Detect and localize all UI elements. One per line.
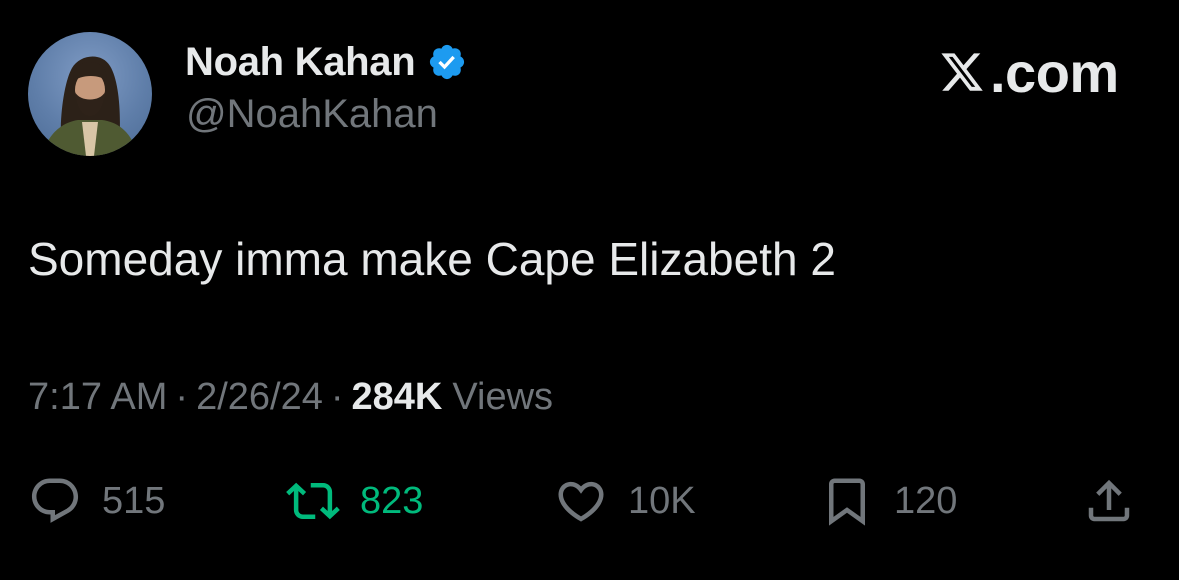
heart-icon	[558, 481, 604, 522]
views-label[interactable]: Views	[452, 376, 553, 419]
bookmark-icon	[829, 478, 865, 526]
x-logo-icon	[941, 53, 983, 91]
tweet-meta: 7:17 AM · 2/26/24 · 284K Views	[28, 376, 553, 419]
verified-badge-icon	[430, 44, 465, 80]
author-handle[interactable]: @NoahKahan	[186, 92, 438, 137]
meta-separator: ·	[175, 376, 189, 418]
reply-button[interactable]: 515	[28, 470, 165, 532]
meta-separator: ·	[330, 376, 344, 418]
author-name-row: Noah Kahan	[185, 36, 467, 88]
repost-button[interactable]: 823	[286, 470, 423, 532]
bookmark-button[interactable]: 120	[820, 470, 957, 532]
avatar[interactable]	[28, 32, 152, 156]
repost-count: 823	[360, 479, 424, 522]
brand-domain: .com	[990, 40, 1119, 104]
share-icon	[1088, 479, 1130, 522]
avatar-image	[42, 56, 138, 156]
share-button[interactable]	[1082, 470, 1136, 532]
reply-count: 515	[102, 479, 166, 522]
like-count: 10K	[628, 479, 696, 522]
action-bar: 515 823 10K 120	[0, 470, 1179, 532]
tweet-date[interactable]: 2/26/24	[196, 376, 323, 419]
author-display-name[interactable]: Noah Kahan	[185, 40, 416, 85]
repost-arrows-icon	[286, 482, 340, 520]
bookmark-count: 120	[894, 479, 958, 522]
tweet-time[interactable]: 7:17 AM	[28, 376, 167, 419]
like-button[interactable]: 10K	[554, 470, 696, 532]
views-count[interactable]: 284K	[352, 376, 443, 419]
brand-logo: .com	[938, 40, 1119, 104]
tweet-text: Someday imma make Cape Elizabeth 2	[28, 233, 836, 285]
reply-bubble-icon	[31, 478, 79, 523]
